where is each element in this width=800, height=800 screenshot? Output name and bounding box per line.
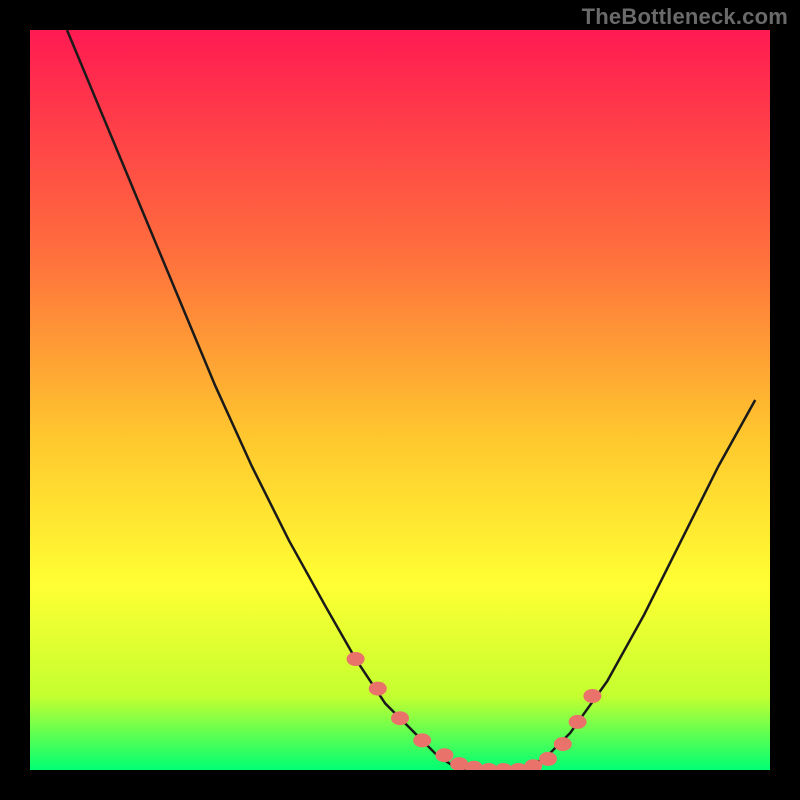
marker-dot: [347, 652, 365, 666]
marker-dot: [413, 733, 431, 747]
marker-dot: [569, 715, 587, 729]
marker-dot: [539, 752, 557, 766]
chart-svg: [30, 30, 770, 770]
marker-dot: [554, 737, 572, 751]
gradient-background: [30, 30, 770, 770]
watermark-text: TheBottleneck.com: [582, 4, 788, 30]
marker-dot: [583, 689, 601, 703]
plot-area: [30, 30, 770, 770]
marker-dot: [391, 711, 409, 725]
chart-frame: TheBottleneck.com: [0, 0, 800, 800]
marker-dot: [435, 748, 453, 762]
marker-dot: [369, 682, 387, 696]
